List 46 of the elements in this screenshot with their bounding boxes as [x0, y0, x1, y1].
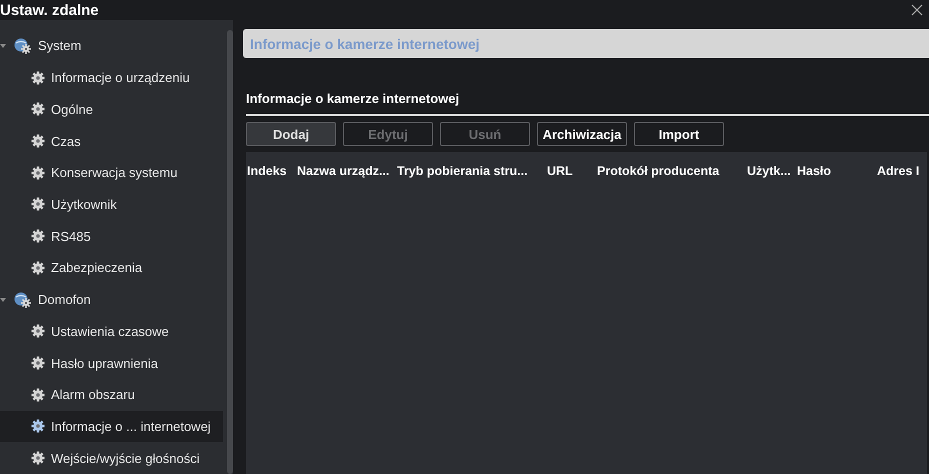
- column-header[interactable]: Nazwa urządz...: [297, 164, 390, 178]
- column-header[interactable]: URL: [547, 164, 573, 178]
- column-header[interactable]: Hasło: [797, 164, 832, 178]
- tree-item[interactable]: Hasło uprawnienia: [0, 347, 223, 379]
- tree-item[interactable]: Wejście/wyjście głośności: [0, 442, 223, 474]
- gear-icon: [31, 324, 45, 338]
- tree-item[interactable]: Alarm obszaru: [0, 378, 223, 411]
- page-header: Informacje o kamerze internetowej: [243, 29, 929, 58]
- gear-icon: [31, 388, 45, 402]
- tree-item[interactable]: Konserwacja systemu: [0, 156, 223, 189]
- toolbar-button[interactable]: Dodaj: [246, 122, 336, 146]
- toolbar-button[interactable]: Archiwizacja: [537, 122, 627, 146]
- tree-item[interactable]: Domofon: [38, 292, 91, 308]
- globe-gear-icon: [14, 38, 32, 54]
- scrollbar[interactable]: [227, 30, 233, 474]
- tree-item[interactable]: System: [38, 38, 82, 54]
- expand-caret-icon[interactable]: [0, 298, 6, 302]
- column-header[interactable]: Tryb pobierania stru...: [397, 164, 528, 178]
- tree-item[interactable]: Ustawienia czasowe: [0, 315, 223, 348]
- tree-item[interactable]: RS485: [0, 220, 223, 252]
- column-header[interactable]: Protokół producenta: [597, 164, 720, 178]
- tree-item[interactable]: Informacje o urządzeniu: [0, 62, 223, 94]
- tree-item[interactable]: Informacje o ... internetowej: [0, 410, 223, 442]
- gear-icon: [31, 134, 45, 148]
- gear-icon: [31, 229, 45, 244]
- globe-gear-icon: [14, 292, 32, 308]
- toolbar-button[interactable]: Import: [634, 122, 724, 146]
- gear-icon: [31, 260, 45, 275]
- tree-item[interactable]: Zabezpieczenia: [0, 252, 223, 284]
- column-header[interactable]: Użytk...: [747, 164, 791, 178]
- tree-item[interactable]: Ogólne: [0, 93, 223, 126]
- expand-caret-icon[interactable]: [0, 44, 6, 48]
- gear-icon: [31, 197, 45, 212]
- gear-icon: [31, 419, 45, 434]
- gear-icon: [31, 356, 45, 370]
- tree-item[interactable]: Czas: [0, 125, 223, 157]
- tree-item[interactable]: Użytkownik: [0, 188, 223, 220]
- section-title: Informacje o kamerze internetowej: [246, 91, 929, 116]
- window-title: Ustaw. zdalne: [0, 2, 99, 18]
- gear-icon: [31, 451, 45, 466]
- column-header[interactable]: Indeks: [247, 164, 287, 178]
- gear-icon: [31, 70, 45, 85]
- column-header[interactable]: Adres I: [877, 164, 920, 178]
- gear-icon: [31, 166, 45, 180]
- close-icon[interactable]: [911, 4, 923, 16]
- gear-icon: [31, 102, 45, 116]
